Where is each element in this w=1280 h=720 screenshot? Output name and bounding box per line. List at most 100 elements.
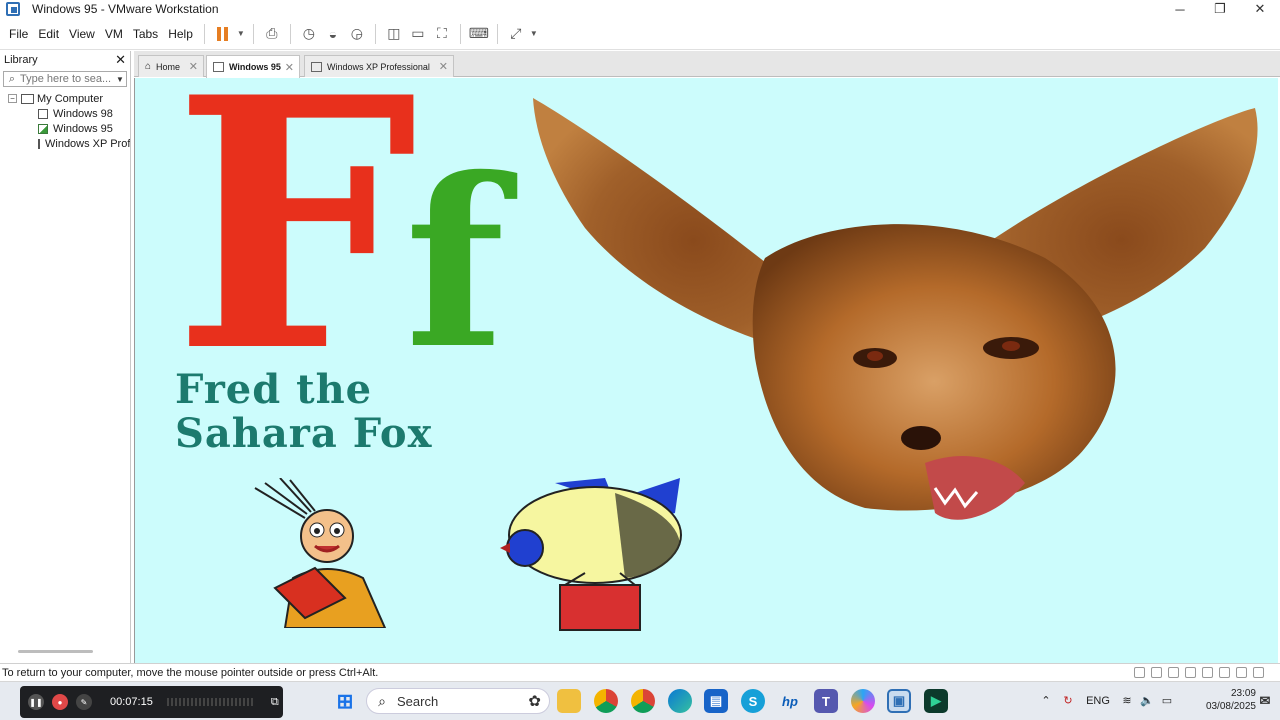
send-ctrl-alt-del-icon[interactable]: ⎙	[260, 22, 284, 46]
library-panel: Library ✕ ⌕ Type here to sea... ▼ − My C…	[0, 51, 131, 663]
skype-icon[interactable]: S	[741, 689, 765, 713]
tab-home[interactable]: ⌂ Home ✕	[138, 55, 204, 77]
stretch-guest-icon[interactable]: ⤢	[504, 22, 528, 46]
fox-caption: Fred the Sahara Fox	[175, 368, 432, 456]
pause-vm-button[interactable]	[211, 22, 235, 46]
chrome-profile-icon[interactable]	[631, 689, 655, 713]
menu-edit[interactable]: Edit	[33, 27, 64, 41]
title-bar: Windows 95 - VMware Workstation ─ ❐ ✕	[0, 0, 1280, 18]
menu-tabs[interactable]: Tabs	[128, 27, 163, 41]
menu-vm[interactable]: VM	[100, 27, 128, 41]
console-view-icon[interactable]: ⌨	[467, 22, 491, 46]
show-library-icon[interactable]: ◫	[382, 22, 406, 46]
pause-dropdown-icon[interactable]: ▼	[235, 22, 247, 46]
toolbar-separator	[289, 23, 291, 44]
home-icon: ⌂	[145, 61, 152, 72]
sound-icon[interactable]	[1219, 667, 1230, 678]
system-tray: ⌃ ↻ ENG ≋ 🔈 ▭	[1035, 681, 1177, 720]
close-tab-icon[interactable]: ✕	[439, 60, 448, 73]
toolbar-separator	[252, 23, 254, 44]
draw-icon[interactable]: ✎	[76, 694, 92, 710]
restore-icon[interactable]: ❐	[1200, 0, 1240, 18]
notification-icon[interactable]: ✉	[1253, 689, 1277, 713]
thumbnail-bar-icon[interactable]: ▭	[406, 22, 430, 46]
volume-icon[interactable]: 🔈	[1137, 694, 1157, 707]
chevron-down-icon[interactable]: ▼	[114, 75, 126, 84]
hard-disk-icon[interactable]	[1134, 667, 1145, 678]
tab-windows-95[interactable]: Windows 95 ✕	[206, 55, 300, 78]
pause-recording-icon[interactable]: ❚❚	[28, 694, 44, 710]
menu-file[interactable]: File	[4, 27, 33, 41]
revert-snapshot-icon[interactable]: ◒	[321, 22, 345, 46]
recorder-capture-icon[interactable]: ⧉	[271, 696, 279, 709]
taskbar-clock[interactable]: 23:09 03/08/2025	[1206, 687, 1256, 713]
hp-icon[interactable]: hp	[778, 689, 802, 713]
close-library-icon[interactable]: ✕	[115, 52, 126, 68]
tree-item-windows-xp[interactable]: Windows XP Prof	[0, 136, 130, 151]
menu-help[interactable]: Help	[163, 27, 198, 41]
taskbar-search-box[interactable]: ⌕ Search ✿	[366, 688, 550, 714]
vm-running-icon	[38, 123, 48, 134]
snapshot-icon[interactable]: ◷	[297, 22, 321, 46]
caption-line-2: Sahara Fox	[175, 410, 433, 457]
snapshot-manager-icon[interactable]: ◶	[345, 22, 369, 46]
vm-tree: − My Computer Windows 98 Windows 95 Wind…	[0, 91, 130, 151]
wifi-icon[interactable]: ≋	[1117, 694, 1137, 707]
fennec-fox-image	[533, 98, 1258, 520]
screen-recorder-bar: ❚❚ ● ✎ 00:07:15 ⧉	[20, 686, 283, 718]
clock-time: 23:09	[1230, 688, 1256, 699]
vm-icon	[311, 61, 322, 72]
cartoon-boy-image	[254, 478, 387, 628]
file-explorer-icon[interactable]	[557, 689, 581, 713]
edge-icon[interactable]	[668, 689, 692, 713]
floppy-icon[interactable]	[1185, 667, 1196, 678]
battery-icon[interactable]: ▭	[1157, 694, 1177, 707]
tree-item-windows-95[interactable]: Windows 95	[0, 121, 130, 136]
network-icon[interactable]	[1202, 667, 1213, 678]
toolbar-separator	[459, 23, 461, 44]
close-tab-icon[interactable]: ✕	[285, 61, 294, 74]
windows-start-icon[interactable]: ⊞	[333, 689, 357, 713]
minimize-icon[interactable]: ─	[1160, 0, 1200, 18]
guest-display[interactable]: F f Fred the Sahara Fox	[134, 78, 1278, 663]
pycharm-icon[interactable]: ▶	[924, 689, 948, 713]
big-letter-f: F	[173, 78, 418, 428]
vm-icon	[38, 138, 40, 149]
tab-windows-xp[interactable]: Windows XP Professional ✕	[304, 55, 454, 77]
cd-rom-icon[interactable]	[1168, 667, 1179, 678]
chevron-up-icon[interactable]: ⌃	[1035, 694, 1057, 707]
message-log-icon[interactable]	[1253, 667, 1264, 678]
library-title: Library	[4, 54, 38, 66]
sync-icon[interactable]: ↻	[1057, 694, 1079, 707]
close-icon[interactable]: ✕	[1240, 0, 1280, 18]
vm-running-icon	[213, 62, 224, 72]
cd-rom-icon[interactable]	[1151, 667, 1162, 678]
clock-date: 03/08/2025	[1205, 701, 1256, 712]
language-indicator[interactable]: ENG	[1079, 695, 1117, 707]
copilot-icon[interactable]	[851, 689, 875, 713]
tree-label: Windows 98	[53, 107, 113, 120]
menu-view[interactable]: View	[64, 27, 100, 41]
library-search-input[interactable]: ⌕ Type here to sea... ▼	[3, 71, 127, 87]
teams-icon[interactable]: T	[814, 689, 838, 713]
toolbar-separator	[374, 23, 376, 44]
chrome-icon[interactable]	[594, 689, 618, 713]
window-title: Windows 95 - VMware Workstation	[32, 2, 219, 16]
tree-label: Windows 95	[53, 122, 113, 135]
vmware-app-icon	[6, 2, 20, 16]
taskbar-search-label: Search	[397, 693, 439, 709]
close-tab-icon[interactable]: ✕	[189, 60, 198, 73]
full-screen-icon[interactable]: ⛶	[430, 22, 454, 46]
vmware-taskbar-icon[interactable]: ▣	[887, 689, 911, 713]
tree-item-windows-98[interactable]: Windows 98	[0, 106, 130, 121]
tree-item-my-computer[interactable]: − My Computer	[0, 91, 130, 106]
usb-icon[interactable]	[1236, 667, 1247, 678]
store-icon[interactable]: ▤	[704, 689, 728, 713]
collapse-icon[interactable]: −	[8, 94, 17, 103]
library-scrollbar[interactable]	[18, 650, 93, 653]
search-icon: ⌕	[8, 72, 16, 85]
small-letter-f: f	[405, 127, 505, 400]
stop-recording-icon[interactable]: ●	[52, 694, 68, 710]
caption-line-1: Fred the	[175, 366, 373, 413]
stretch-dropdown-icon[interactable]: ▼	[528, 22, 540, 46]
